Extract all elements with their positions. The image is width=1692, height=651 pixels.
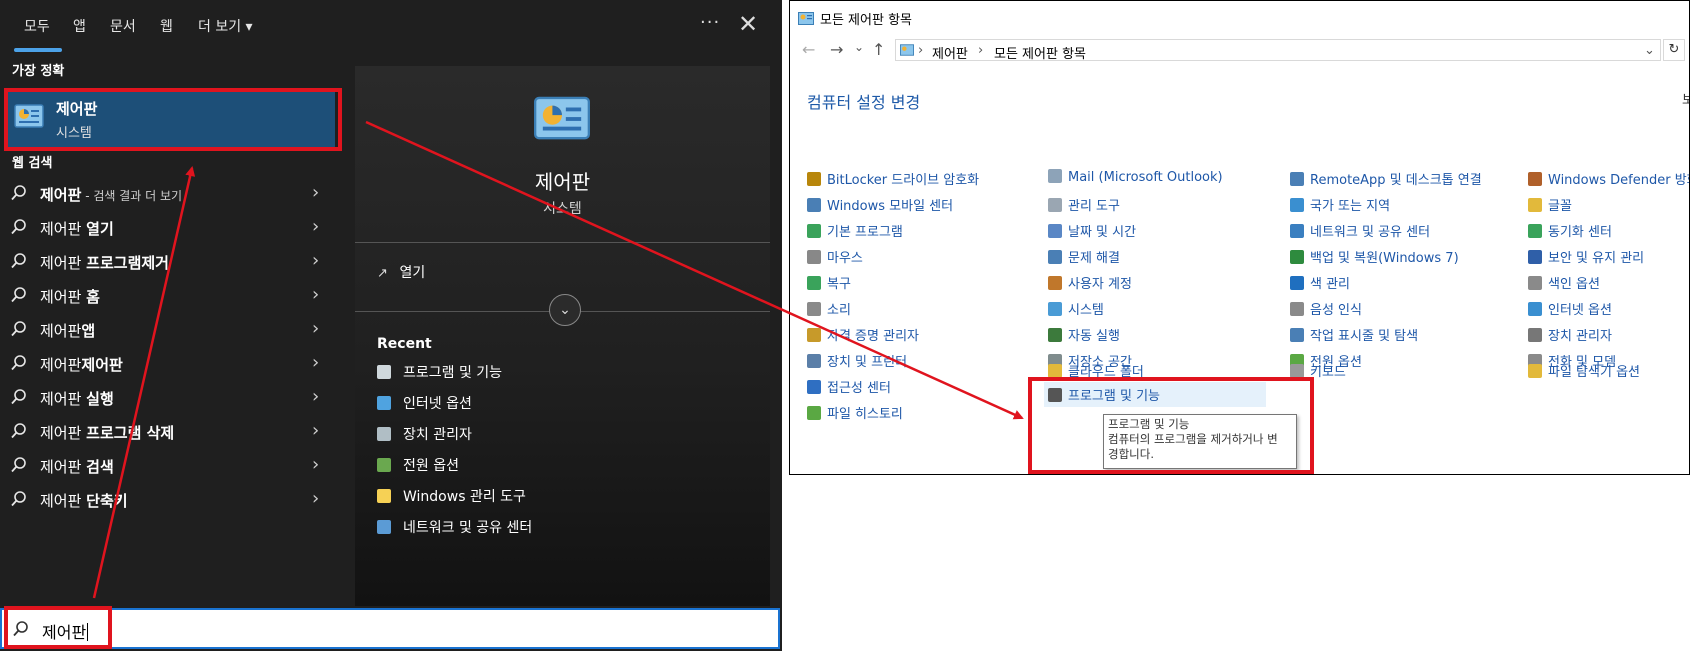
arrow-result-to-programs (365, 120, 1024, 420)
arrow-search-to-result (92, 166, 196, 599)
annotation-arrows (92, 120, 1024, 599)
